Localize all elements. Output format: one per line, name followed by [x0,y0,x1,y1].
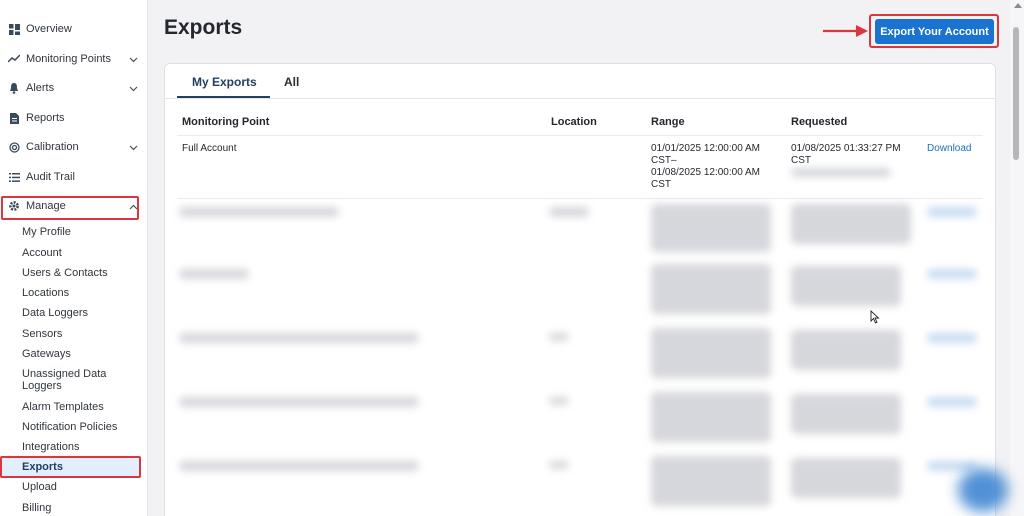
cell-range-line3: 01/08/2025 12:00:00 AM [651,167,760,178]
scrollbar-thumb[interactable] [1013,27,1019,160]
cell-range-line2: CST– [651,155,677,166]
exports-highlight-box [0,456,141,478]
redacted-text [791,266,901,306]
document-icon [8,112,20,124]
sidebar-item-audit-trail[interactable]: Audit Trail [0,164,148,190]
redacted-link [927,397,977,407]
redacted-text [791,458,901,498]
sidebar-item-label: Overview [26,23,72,35]
sidebar-item-label: Monitoring Points [26,53,111,65]
sidebar-item-reports[interactable]: Reports [0,105,148,131]
sidebar-subitem-unassigned-data-loggers[interactable]: Unassigned Data Loggers [22,368,122,392]
column-header-location: Location [551,116,597,128]
sidebar-subitem-alarm-templates[interactable]: Alarm Templates [22,401,104,413]
tabs-divider [165,98,995,99]
trend-line-icon [8,53,20,65]
redacted-text [549,207,589,217]
target-icon [8,141,20,153]
redacted-text [791,204,911,244]
redacted-text [179,397,419,407]
red-arrow-annotation [823,25,868,37]
redacted-text [549,333,569,341]
mouse-cursor-icon [870,310,880,324]
chat-widget-icon[interactable] [958,468,1008,512]
sidebar-subitem-users-contacts[interactable]: Users & Contacts [22,267,108,279]
cell-requested-line2: CST [791,155,811,166]
sidebar-item-label: Audit Trail [26,171,75,183]
redacted-text [179,207,339,217]
redacted-text [791,394,901,434]
page-title: Exports [164,16,243,39]
redacted-text [651,456,771,506]
sidebar-subitem-billing[interactable]: Billing [22,502,51,514]
column-header-monitoring-point: Monitoring Point [182,116,270,128]
list-icon [8,171,20,183]
redacted-link [927,461,977,471]
sidebar-subitem-upload[interactable]: Upload [22,481,57,493]
exports-card: My Exports All Monitoring Point Location… [164,63,996,516]
redacted-text [651,204,771,252]
sidebar-subitem-integrations[interactable]: Integrations [22,441,79,453]
sidebar-subitem-notification-policies[interactable]: Notification Policies [22,421,117,433]
redacted-text [651,328,771,378]
chevron-down-icon [129,142,138,154]
sidebar-item-monitoring-points[interactable]: Monitoring Points [0,46,148,72]
tab-my-exports[interactable]: My Exports [192,75,257,89]
sidebar-item-label: Calibration [26,141,79,153]
redacted-text [791,330,901,370]
sidebar-item-label: Alerts [26,82,55,94]
column-header-range: Range [651,116,685,128]
cell-range-line4: CST [651,179,671,190]
redacted-text [179,461,419,471]
redacted-link [927,269,977,279]
sidebar-subitem-data-loggers[interactable]: Data Loggers [22,307,88,319]
redacted-text [179,269,249,279]
sidebar-item-alerts[interactable]: Alerts [0,75,148,101]
redacted-link [927,333,977,343]
sidebar-subitem-account[interactable]: Account [22,247,62,259]
sidebar-item-calibration[interactable]: Calibration [0,134,148,160]
redacted-text [791,168,891,177]
redacted-text [651,264,771,314]
column-header-requested: Requested [791,116,848,128]
redacted-link [927,207,977,217]
sidebar-subitem-locations[interactable]: Locations [22,287,69,299]
header-divider [177,135,983,136]
row-divider [177,198,983,199]
manage-highlight-box [1,196,139,220]
redacted-text [549,397,569,405]
sidebar: Overview Monitoring Points Alerts Report… [0,0,148,516]
redacted-text [549,461,569,469]
download-link[interactable]: Download [927,143,971,155]
chevron-down-icon [129,54,138,66]
cell-monitoring-point: Full Account [182,143,237,154]
sidebar-subitem-sensors[interactable]: Sensors [22,328,62,340]
redacted-text [651,392,771,442]
bell-icon [8,82,20,94]
scroll-up-arrow-icon[interactable] [1014,3,1022,8]
redacted-text [179,333,419,343]
tab-all[interactable]: All [284,75,299,89]
export-your-account-button[interactable]: Export Your Account [875,19,994,44]
cell-requested-line1: 01/08/2025 01:33:27 PM [791,143,901,154]
sidebar-item-overview[interactable]: Overview [0,16,148,42]
chevron-down-icon [129,83,138,95]
grid-icon [8,23,20,35]
sidebar-item-label: Reports [26,112,65,124]
sidebar-subitem-my-profile[interactable]: My Profile [22,226,71,238]
sidebar-subitem-gateways[interactable]: Gateways [22,348,71,360]
cell-range-line1: 01/01/2025 12:00:00 AM [651,143,760,154]
